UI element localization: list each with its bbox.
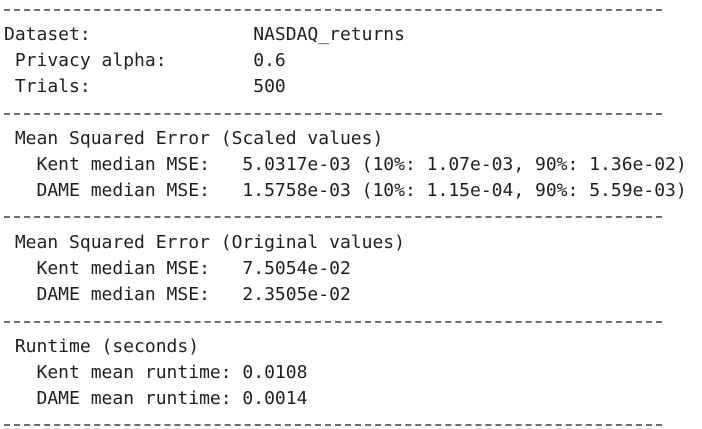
separator-line (4, 424, 662, 426)
kent-runtime-line: Kent mean runtime: 0.0108 (4, 362, 308, 383)
kent-scaled-mse-line: Kent median MSE: 5.0317e-03 (10%: 1.07e-… (4, 154, 687, 175)
kent-original-mse-line: Kent median MSE: 7.5054e-02 (4, 258, 351, 279)
dame-original-mse-line: DAME median MSE: 2.3505e-02 (4, 284, 351, 305)
dame-scaled-mse-line: DAME median MSE: 1.5758e-03 (10%: 1.15e-… (4, 180, 687, 201)
section-heading-original: Mean Squared Error (Original values) (4, 232, 405, 253)
terminal-output: Dataset: NASDAQ_returns Privacy alpha: 0… (0, 0, 702, 429)
separator-line (4, 113, 662, 115)
privacy-alpha-line: Privacy alpha: 0.6 (4, 50, 286, 71)
section-heading-runtime: Runtime (seconds) (4, 336, 200, 357)
trials-line: Trials: 500 (4, 76, 286, 97)
dataset-line: Dataset: NASDAQ_returns (4, 24, 405, 45)
dame-runtime-line: DAME mean runtime: 0.0014 (4, 388, 308, 409)
separator-line (4, 9, 662, 11)
separator-line (4, 321, 662, 323)
section-heading-scaled: Mean Squared Error (Scaled values) (4, 128, 384, 149)
separator-line (4, 216, 662, 218)
